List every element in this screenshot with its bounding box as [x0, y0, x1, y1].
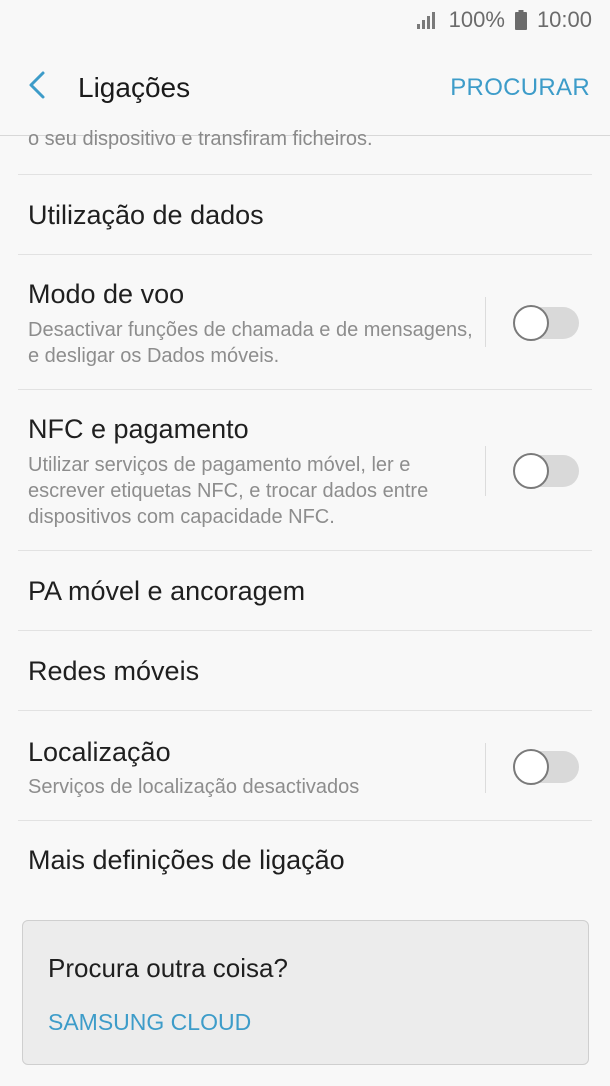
list-item-mobile-networks[interactable]: Redes móveis — [18, 630, 592, 710]
item-subtitle: Serviços de localização desactivados — [28, 776, 360, 798]
page-title: Ligações — [78, 71, 191, 103]
item-title: Redes móveis — [28, 656, 200, 686]
suggestion-card: Procura outra coisa? SAMSUNG CLOUD — [22, 920, 589, 1065]
signal-icon — [416, 11, 439, 29]
item-subtitle: Utilizar serviços de pagamento móvel, le… — [28, 454, 429, 528]
vertical-divider — [485, 743, 486, 793]
search-button[interactable]: PROCURAR — [450, 40, 590, 136]
list-item-more-connection-settings[interactable]: Mais definições de ligação — [18, 820, 592, 900]
partial-description: o seu dispositivo e transfiram ficheiros… — [28, 128, 373, 150]
samsung-cloud-link[interactable]: SAMSUNG CLOUD — [48, 1009, 251, 1036]
list-item-nfc-payment[interactable]: NFC e pagamento Utilizar serviços de pag… — [18, 389, 592, 550]
nfc-toggle[interactable] — [513, 453, 579, 489]
battery-icon — [514, 10, 527, 30]
settings-screen: 100% 10:00 Ligações PROCURAR o seu dispo… — [0, 0, 610, 1086]
item-title: Modo de voo — [28, 279, 185, 309]
location-toggle[interactable] — [513, 749, 579, 785]
app-header: Ligações PROCURAR — [0, 40, 610, 136]
clock-time: 10:00 — [536, 7, 592, 32]
card-title: Procura outra coisa? — [48, 953, 288, 983]
back-button[interactable] — [2, 40, 72, 136]
list-item-data-usage[interactable]: Utilização de dados — [18, 174, 592, 254]
item-title: Mais definições de ligação — [28, 845, 345, 875]
airplane-mode-toggle[interactable] — [513, 305, 579, 341]
toggle-knob — [513, 749, 549, 785]
chevron-left-icon — [27, 70, 47, 105]
list-item-location[interactable]: Localização Serviços de localização desa… — [18, 710, 592, 820]
item-title: Localização — [28, 737, 171, 767]
list-item-hotspot-tethering[interactable]: PA móvel e ancoragem — [18, 550, 592, 630]
vertical-divider — [485, 446, 486, 496]
toggle-knob — [513, 453, 549, 489]
status-bar: 100% 10:00 — [0, 0, 610, 40]
battery-percent: 100% — [448, 7, 505, 32]
item-title: Utilização de dados — [28, 200, 264, 230]
vertical-divider — [485, 297, 486, 347]
item-title: NFC e pagamento — [28, 414, 249, 444]
list-item-airplane-mode[interactable]: Modo de voo Desactivar funções de chamad… — [18, 254, 592, 389]
toggle-knob — [513, 305, 549, 341]
item-title: PA móvel e ancoragem — [28, 576, 306, 606]
item-subtitle: Desactivar funções de chamada e de mensa… — [28, 319, 473, 367]
